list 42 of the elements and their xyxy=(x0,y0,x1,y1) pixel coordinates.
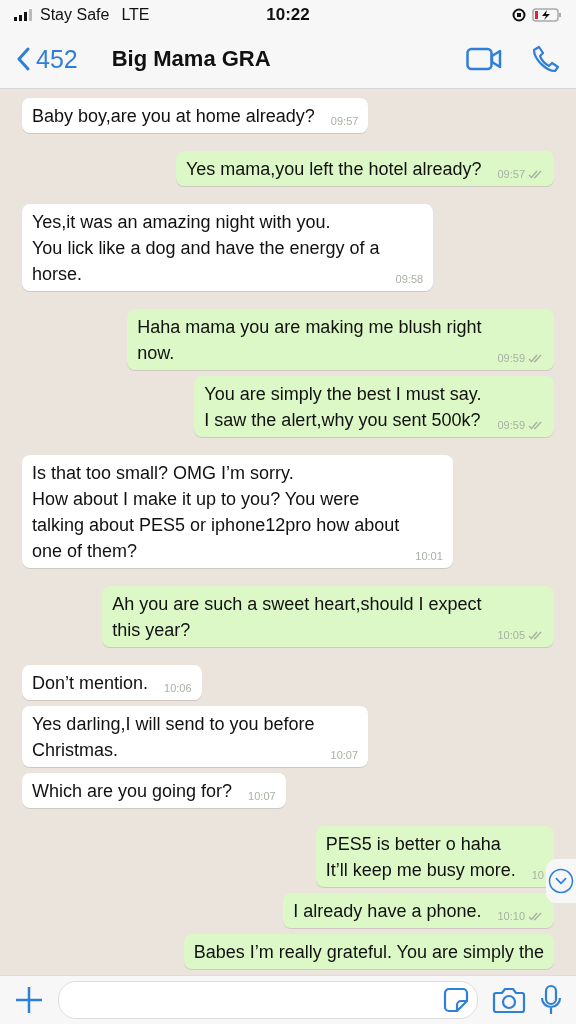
message-text: I already have a phone. xyxy=(293,900,482,923)
message-time: 09:57 xyxy=(497,167,525,182)
message-text: Is that too small? OMG I’m sorry. How about I make it up to you? You were talking about PES5 or iphone12pro how about one of them? xyxy=(32,462,400,563)
message-time: 10:01 xyxy=(415,549,443,564)
message-time: 10:05 xyxy=(497,628,525,643)
status-time: 10:22 xyxy=(265,5,311,25)
microphone-icon[interactable] xyxy=(540,984,562,1016)
message-input-field[interactable] xyxy=(58,981,478,1019)
battery-icon xyxy=(532,8,562,22)
message-text: Which are you going for? xyxy=(32,780,233,803)
message-text: Haha mama you are making me blush right now. xyxy=(137,316,482,365)
message-text: Yes mama,you left the hotel already? xyxy=(185,158,482,181)
message-time: 09:59 xyxy=(497,351,525,366)
message-text: Babes I’m really grateful. You are simply the xyxy=(193,941,544,964)
video-call-icon[interactable] xyxy=(466,47,502,71)
scroll-down-button[interactable] xyxy=(546,859,576,903)
chevron-down-icon xyxy=(548,868,574,894)
message-text: Don’t mention. xyxy=(32,672,149,695)
camera-icon[interactable] xyxy=(492,986,526,1014)
message-time: 09:58 xyxy=(395,272,424,287)
contact-name[interactable]: Big Mama GRA xyxy=(111,46,436,72)
message-text: You are simply the best I must say. I saw the alert,why you sent 500k? xyxy=(204,383,482,432)
message-text: Ah you are such a sweet heart,should I expect this year? xyxy=(112,593,482,642)
signal-icon xyxy=(14,9,34,21)
message-text: Yes darling,I will send to you before Christmas. xyxy=(32,713,315,762)
message-time: 10:07 xyxy=(330,748,359,763)
network-type: LTE xyxy=(121,6,150,24)
message-time: 10 xyxy=(531,868,544,883)
message-time: 10:06 xyxy=(164,681,192,696)
message-time: 09:59 xyxy=(497,418,525,433)
message-time: 09:57 xyxy=(330,114,359,129)
plus-icon[interactable] xyxy=(14,985,44,1015)
phone-call-icon[interactable] xyxy=(532,45,560,73)
message-time: 10:07 xyxy=(248,789,276,804)
message-text: Yes,it was an amazing night with you. You lick like a dog and have the energy of a horse. xyxy=(32,211,380,286)
back-button[interactable]: 452 xyxy=(16,44,78,74)
carrier-name: Stay Safe xyxy=(40,6,110,24)
message-text: Baby boy,are you at home already? xyxy=(32,105,315,128)
chevron-left-icon xyxy=(16,47,30,71)
message-time: 10:10 xyxy=(497,909,525,924)
sticker-icon[interactable] xyxy=(443,987,469,1013)
message-text: PES5 is better o haha It’ll keep me busy more. xyxy=(325,833,516,882)
